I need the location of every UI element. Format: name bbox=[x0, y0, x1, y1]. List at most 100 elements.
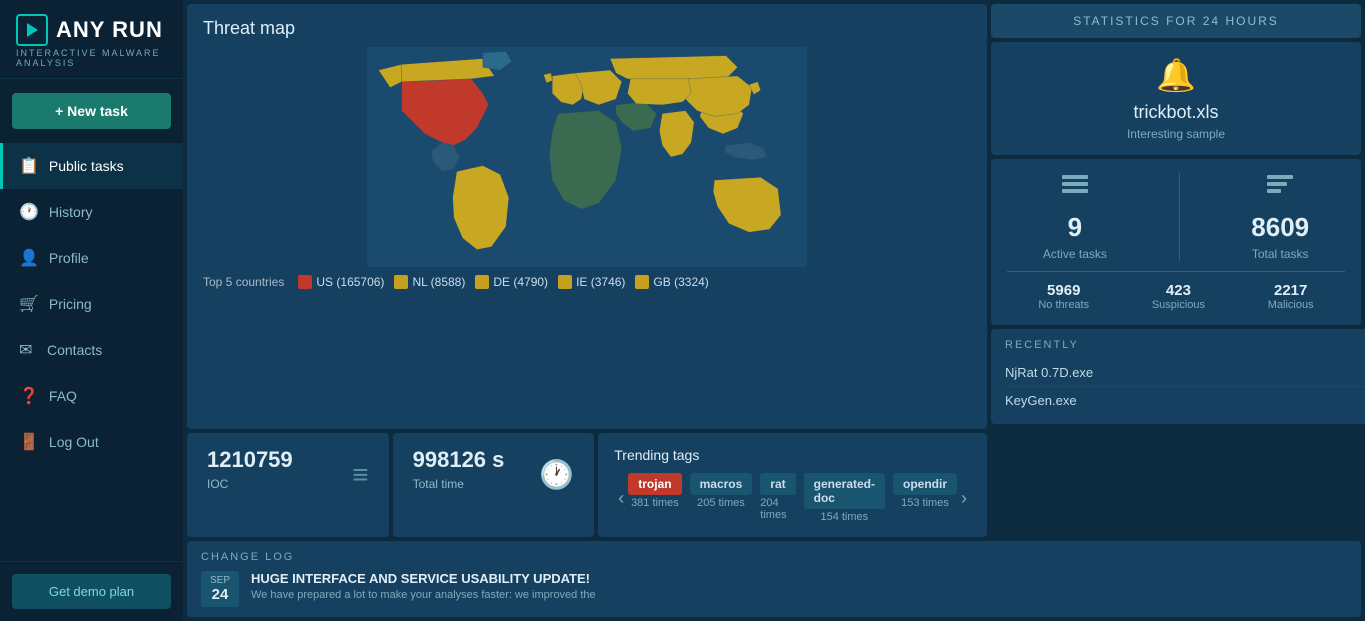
sidebar-item-profile[interactable]: 👤 Profile bbox=[0, 235, 183, 281]
recent-name-1[interactable]: NjRat 0.7D.exe bbox=[1005, 365, 1093, 380]
profile-icon: 👤 bbox=[19, 248, 39, 268]
country-ie-label: IE (3746) bbox=[576, 275, 625, 289]
time-content: 998126 s Total time bbox=[413, 447, 505, 491]
contacts-icon: ✉ bbox=[19, 340, 37, 360]
changelog-body: We have prepared a lot to make your anal… bbox=[251, 589, 596, 601]
changelog-title: HUGE INTERFACE AND SERVICE USABILITY UPD… bbox=[251, 571, 596, 586]
suspicious-stat: 423 Suspicious bbox=[1152, 282, 1205, 311]
country-gb: GB (3324) bbox=[635, 275, 708, 289]
sidebar-item-pricing[interactable]: 🛒 Pricing bbox=[0, 281, 183, 327]
total-tasks-icon bbox=[1265, 173, 1295, 208]
changelog-date: Sep 24 bbox=[201, 571, 239, 607]
new-task-button[interactable]: + New task bbox=[12, 93, 171, 129]
us-color bbox=[298, 275, 312, 289]
tag-generated-doc: generated-doc 154 times bbox=[804, 473, 885, 523]
total-tasks-count: 8609 bbox=[1251, 212, 1309, 243]
bottom-stats-row: 1210759 IOC ≡ 998126 s Total time 🕐 bbox=[187, 433, 987, 537]
ioc-content: 1210759 IOC bbox=[207, 447, 293, 491]
tag-opendir-count: 153 times bbox=[901, 497, 949, 509]
no-threats-stat: 5969 No threats bbox=[1038, 282, 1089, 311]
country-de-label: DE (4790) bbox=[493, 275, 548, 289]
tag-opendir: opendir 153 times bbox=[893, 473, 957, 509]
bottom-row: CHANGE LOG Sep 24 HUGE INTERFACE AND SER… bbox=[183, 541, 1365, 621]
sidebar-label-faq: FAQ bbox=[49, 388, 77, 404]
time-row: 998126 s Total time 🕐 bbox=[413, 447, 575, 491]
left-panel: Threat map bbox=[187, 4, 987, 537]
malicious-stat: 2217 Malicious bbox=[1268, 282, 1314, 311]
top-countries: Top 5 countries US (165706) NL (8588) DE… bbox=[203, 275, 971, 289]
sidebar-label-public-tasks: Public tasks bbox=[49, 158, 124, 174]
tasks-bottom: 5969 No threats 423 Suspicious 2217 Mali… bbox=[1007, 271, 1345, 311]
no-threats-count: 5969 bbox=[1038, 282, 1089, 299]
sidebar-item-public-tasks[interactable]: 📋 Public tasks bbox=[0, 143, 183, 189]
active-tasks-stat: 9 Active tasks bbox=[1043, 173, 1107, 261]
sidebar-label-profile: Profile bbox=[49, 250, 89, 266]
demo-plan-button[interactable]: Get demo plan bbox=[12, 574, 171, 609]
sidebar-item-history[interactable]: 🕐 History bbox=[0, 189, 183, 235]
sidebar-item-contacts[interactable]: ✉ Contacts bbox=[0, 327, 183, 373]
sidebar-bottom: Get demo plan bbox=[0, 561, 183, 621]
tag-trojan: trojan 381 times bbox=[628, 473, 681, 509]
country-us-label: US (165706) bbox=[316, 275, 384, 289]
tag-macros-badge[interactable]: macros bbox=[690, 473, 753, 495]
sidebar-nav: 📋 Public tasks 🕐 History 👤 Profile 🛒 Pri… bbox=[0, 143, 183, 561]
sidebar-label-history: History bbox=[49, 204, 93, 220]
ioc-number: 1210759 bbox=[207, 447, 293, 473]
trending-prev-button[interactable]: ‹ bbox=[614, 488, 628, 509]
changelog-text: HUGE INTERFACE AND SERVICE USABILITY UPD… bbox=[251, 571, 596, 601]
recent-item-1: NjRat 0.7D.exe No threats detected bbox=[1005, 359, 1365, 387]
recently-header: RECENTLY bbox=[1005, 339, 1365, 351]
right-panel: STATISTICS FOR 24 HOURS 🔔 trickbot.xls I… bbox=[991, 4, 1361, 537]
recent-item-2: KeyGen.exe No threats detected bbox=[1005, 387, 1365, 414]
clock-icon: 🕐 bbox=[539, 458, 574, 491]
logo-icon bbox=[16, 14, 48, 46]
de-color bbox=[475, 275, 489, 289]
total-tasks-label: Total tasks bbox=[1252, 247, 1309, 261]
logo-subtitle: INTERACTIVE MALWARE ANALYSIS bbox=[16, 48, 167, 68]
world-map bbox=[203, 47, 971, 267]
country-gb-label: GB (3324) bbox=[653, 275, 708, 289]
sidebar-label-logout: Log Out bbox=[49, 434, 99, 450]
country-ie: IE (3746) bbox=[558, 275, 625, 289]
trending-tags-box: Trending tags ‹ trojan 381 times macros … bbox=[598, 433, 987, 537]
active-tasks-icon bbox=[1060, 173, 1090, 208]
tags-list: trojan 381 times macros 205 times rat 20… bbox=[628, 473, 957, 523]
country-nl: NL (8588) bbox=[394, 275, 465, 289]
threat-map-title: Threat map bbox=[203, 18, 971, 39]
main-content: Threat map bbox=[183, 0, 1365, 621]
nl-color bbox=[394, 275, 408, 289]
tag-trojan-count: 381 times bbox=[631, 497, 679, 509]
tag-trojan-badge[interactable]: trojan bbox=[628, 473, 681, 495]
sidebar-label-contacts: Contacts bbox=[47, 342, 102, 358]
map-svg bbox=[203, 47, 971, 267]
tasks-box: 9 Active tasks 8609 Total tasks 5969 bbox=[991, 159, 1361, 325]
trending-next-button[interactable]: › bbox=[957, 488, 971, 509]
country-nl-label: NL (8588) bbox=[412, 275, 465, 289]
recent-name-2[interactable]: KeyGen.exe bbox=[1005, 393, 1077, 408]
logo-text: ANY RUN bbox=[56, 17, 163, 43]
bell-icon: 🔔 bbox=[1007, 56, 1345, 94]
no-threats-label: No threats bbox=[1038, 299, 1089, 311]
sidebar-item-logout[interactable]: 🚪 Log Out bbox=[0, 419, 183, 465]
tag-rat-count: 204 times bbox=[760, 497, 795, 521]
tag-gendoc-badge[interactable]: generated-doc bbox=[804, 473, 885, 509]
tag-rat-badge[interactable]: rat bbox=[760, 473, 795, 495]
tasks-divider bbox=[1179, 173, 1180, 261]
sidebar-item-faq[interactable]: ❓ FAQ bbox=[0, 373, 183, 419]
suspicious-count: 423 bbox=[1152, 282, 1205, 299]
recently-box: RECENTLY NjRat 0.7D.exe No threats detec… bbox=[991, 329, 1365, 424]
total-tasks-stat: 8609 Total tasks bbox=[1251, 173, 1309, 261]
faq-icon: ❓ bbox=[19, 386, 39, 406]
active-tasks-label: Active tasks bbox=[1043, 247, 1107, 261]
tag-opendir-badge[interactable]: opendir bbox=[893, 473, 957, 495]
ie-color bbox=[558, 275, 572, 289]
time-number: 998126 s bbox=[413, 447, 505, 473]
time-label: Total time bbox=[413, 477, 505, 491]
malicious-label: Malicious bbox=[1268, 299, 1314, 311]
changelog-box: CHANGE LOG Sep 24 HUGE INTERFACE AND SER… bbox=[187, 541, 1361, 617]
pricing-icon: 🛒 bbox=[19, 294, 39, 314]
threat-map-panel: Threat map bbox=[187, 4, 987, 429]
ioc-label: IOC bbox=[207, 477, 293, 491]
country-us: US (165706) bbox=[298, 275, 384, 289]
changelog-month: Sep bbox=[207, 575, 233, 586]
